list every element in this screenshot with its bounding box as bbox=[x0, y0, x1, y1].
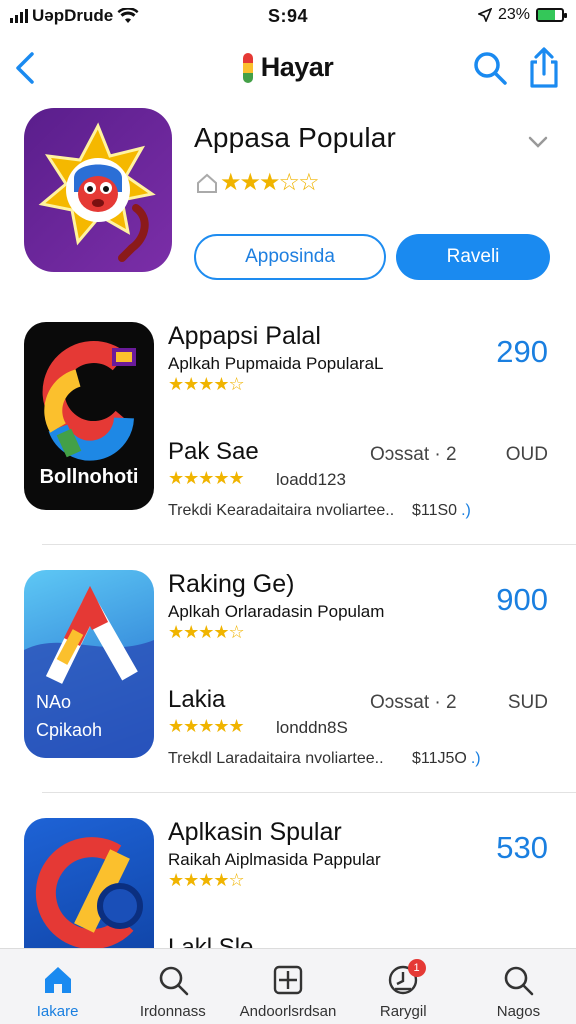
app-secondary-title: Pak Sae bbox=[168, 438, 259, 465]
tab-label: Andoorlsrdsan bbox=[239, 1003, 337, 1020]
app-meta: Oɔssat · 2 bbox=[370, 444, 457, 465]
tab-search-2[interactable]: Nagos bbox=[461, 949, 576, 1024]
app-rating-stars: ★★★★☆ bbox=[168, 870, 245, 890]
tab-label: Nagos bbox=[496, 1003, 541, 1020]
app-title: Raking Ge) bbox=[168, 570, 295, 598]
app-small-price: $11S0.) bbox=[412, 502, 471, 520]
tab-bar: Iakare Irdonnass Andoorlsrdsan 1 Rarygil… bbox=[0, 948, 576, 1024]
app-small-price-value: $11J5O bbox=[412, 750, 467, 767]
app-subtitle: Aplkah Orlaradasin Populam bbox=[168, 602, 385, 621]
app-price[interactable]: 290 bbox=[496, 334, 548, 370]
search-icon[interactable] bbox=[470, 48, 510, 88]
battery-percent: 23% bbox=[497, 6, 530, 23]
app-rating-stars: ★★★★☆ bbox=[168, 374, 245, 394]
status-right: 23% bbox=[477, 6, 567, 24]
app-icon-label: Bollnohoti bbox=[39, 466, 139, 488]
app-currency: OUD bbox=[505, 444, 548, 465]
tab-label: Iakare bbox=[36, 1003, 79, 1020]
app-price[interactable]: 530 bbox=[496, 830, 548, 866]
app-secondary-title: Lakia bbox=[168, 686, 226, 713]
app-downloads: londdn8S bbox=[276, 718, 348, 737]
home-icon bbox=[44, 967, 71, 993]
app-description: Trekdi Kearadaitaira nvoliartee.. bbox=[168, 502, 395, 519]
primary-action-button[interactable]: Raveli bbox=[396, 234, 550, 280]
divider bbox=[42, 544, 576, 545]
app-meta: Oɔssat · 2 bbox=[370, 692, 457, 713]
featured-app-icon[interactable] bbox=[24, 108, 172, 272]
app-list-item[interactable]: Bollnohoti Appapsi Palal 290 Aplkah Pupm… bbox=[0, 322, 576, 542]
status-bar: UǝpDrude S:94 23% bbox=[0, 0, 576, 34]
app-subtitle: Raikah Aiplmasida Pappular bbox=[168, 850, 381, 869]
brand-title: Hayar bbox=[260, 52, 334, 82]
app-small-price-value: $11S0 bbox=[412, 502, 458, 519]
app-small-price-suffix: .) bbox=[470, 750, 481, 767]
app-icon-label-bottom: Cpikaoh bbox=[36, 720, 103, 740]
app-list-item[interactable]: NAo Cpikaoh Raking Ge) 900 Aplkah Orlara… bbox=[0, 570, 576, 790]
search-icon bbox=[505, 966, 534, 996]
brand-logo-icon bbox=[242, 52, 253, 83]
secondary-action-button[interactable]: Apposinda bbox=[194, 234, 386, 280]
battery-icon bbox=[536, 8, 567, 22]
featured-app-rating: ★★★☆☆ bbox=[196, 168, 320, 197]
app-subtitle: Aplkah Pupmaida PopularaL bbox=[168, 354, 384, 373]
location-icon bbox=[477, 8, 492, 22]
app-rating-stars: ★★★★☆ bbox=[168, 622, 245, 642]
add-square-icon bbox=[273, 965, 303, 995]
divider bbox=[42, 792, 576, 793]
app-currency: SUD bbox=[507, 692, 548, 713]
share-icon[interactable] bbox=[524, 46, 564, 90]
app-description: Trekdl Laradaitaira nvoliartee.. bbox=[168, 750, 384, 767]
search-icon bbox=[159, 966, 189, 996]
nav-bar: Hayar bbox=[0, 36, 576, 100]
featured-app: Appasa Popular ★★★☆☆ Apposinda Raveli bbox=[0, 108, 576, 298]
app-rating-stars-secondary: ★★★★★ bbox=[168, 468, 245, 488]
app-title: Aplkasin Spular bbox=[168, 818, 342, 846]
tab-home[interactable]: Iakare bbox=[0, 949, 115, 1024]
featured-stars: ★★★☆☆ bbox=[220, 169, 320, 196]
app-downloads: loadd123 bbox=[276, 470, 346, 489]
app-title: Appapsi Palal bbox=[168, 322, 321, 350]
app-price[interactable]: 900 bbox=[496, 582, 548, 618]
tab-search[interactable]: Irdonnass bbox=[115, 949, 230, 1024]
notification-badge: 1 bbox=[407, 959, 426, 977]
app-rating-stars-secondary: ★★★★★ bbox=[168, 716, 245, 736]
app-icon-label-top: NAo bbox=[36, 692, 72, 712]
app-small-price-suffix: .) bbox=[461, 502, 471, 519]
tab-updates[interactable]: 1 Rarygil bbox=[346, 949, 461, 1024]
tab-label: Irdonnass bbox=[139, 1003, 206, 1020]
tab-add[interactable]: Andoorlsrdsan bbox=[230, 949, 345, 1024]
home-outline-icon bbox=[197, 173, 217, 193]
tab-label: Rarygil bbox=[379, 1003, 427, 1020]
app-small-price: $11J5O.) bbox=[412, 750, 481, 768]
chevron-down-icon[interactable] bbox=[526, 134, 550, 150]
featured-app-title: Appasa Popular bbox=[194, 122, 397, 153]
